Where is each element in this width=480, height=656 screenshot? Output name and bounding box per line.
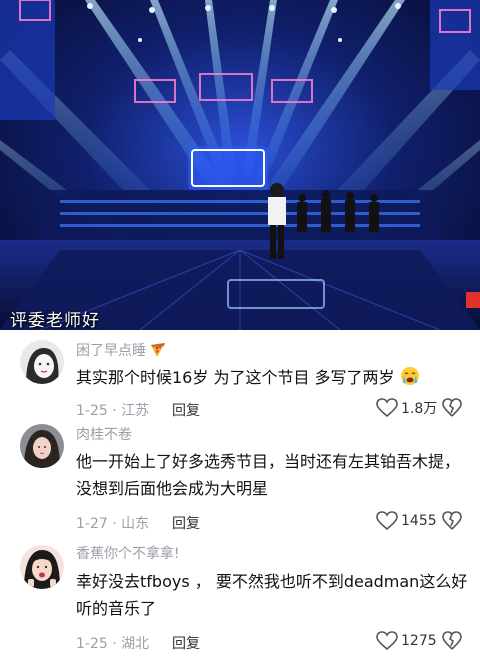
comment-item: 困了早点睡 其实那个时候16岁 为了这个节目 多写了两岁 1-25 · 江苏 回…	[0, 330, 480, 430]
like-count: 1275	[401, 633, 437, 649]
like-button[interactable]: 1275	[376, 631, 437, 651]
comment-meta: 1-25 · 江苏	[76, 403, 150, 419]
like-button[interactable]: 1455	[376, 511, 437, 531]
video-frame[interactable]: 评委老师好	[0, 0, 480, 330]
avatar[interactable]	[20, 545, 64, 589]
username[interactable]: 肉桂不卷	[76, 424, 132, 444]
broken-heart-icon	[442, 398, 462, 417]
heart-icon	[376, 398, 398, 418]
broken-heart-icon	[442, 511, 462, 530]
avatar[interactable]	[20, 424, 64, 468]
center-stage-logo	[188, 146, 268, 190]
heart-icon	[376, 631, 398, 651]
dislike-button[interactable]	[442, 398, 462, 422]
broken-heart-icon	[442, 631, 462, 650]
heart-icon	[376, 511, 398, 531]
avatar[interactable]	[20, 340, 64, 384]
pizza-icon	[150, 342, 166, 362]
stage-scene	[0, 0, 480, 330]
username[interactable]: 困了早点睡	[76, 340, 166, 362]
reply-button[interactable]: 回复	[172, 633, 200, 653]
comment-item: 香蕉你个不拿拿! 幸好没去tfboys ， 要不然我也听不到deadman这么好…	[0, 540, 480, 656]
comment-text: 其实那个时候16岁 为了这个节目 多写了两岁	[76, 364, 468, 394]
username[interactable]: 香蕉你个不拿拿!	[76, 543, 180, 563]
ceiling-lights	[87, 3, 401, 42]
like-button[interactable]: 1.8万	[376, 398, 437, 418]
dislike-button[interactable]	[442, 631, 462, 655]
comment-text: 他一开始上了好多选秀节目，当时还有左其铂吾木提，没想到后面他会成为大明星	[76, 452, 461, 498]
left-screen	[0, 0, 55, 120]
like-count: 1.8万	[401, 401, 438, 417]
reply-button[interactable]: 回复	[172, 513, 200, 533]
comment-item: 肉桂不卷 他一开始上了好多选秀节目，当时还有左其铂吾木提，没想到后面他会成为大明…	[0, 424, 480, 540]
comment-meta: 1-25 · 湖北	[76, 636, 150, 652]
crying-face-icon	[400, 366, 420, 394]
right-screen	[430, 0, 480, 90]
dislike-button[interactable]	[442, 511, 462, 535]
neon-logos	[19, 0, 471, 103]
comment-text: 幸好没去tfboys ， 要不然我也听不到deadman这么好听的音乐了	[76, 572, 468, 618]
like-count: 1455	[401, 513, 437, 529]
reply-button[interactable]: 回复	[172, 400, 200, 420]
watermark-icon	[466, 292, 480, 308]
comment-meta: 1-27 · 山东	[76, 516, 150, 532]
video-subtitle: 评委老师好	[10, 311, 100, 330]
